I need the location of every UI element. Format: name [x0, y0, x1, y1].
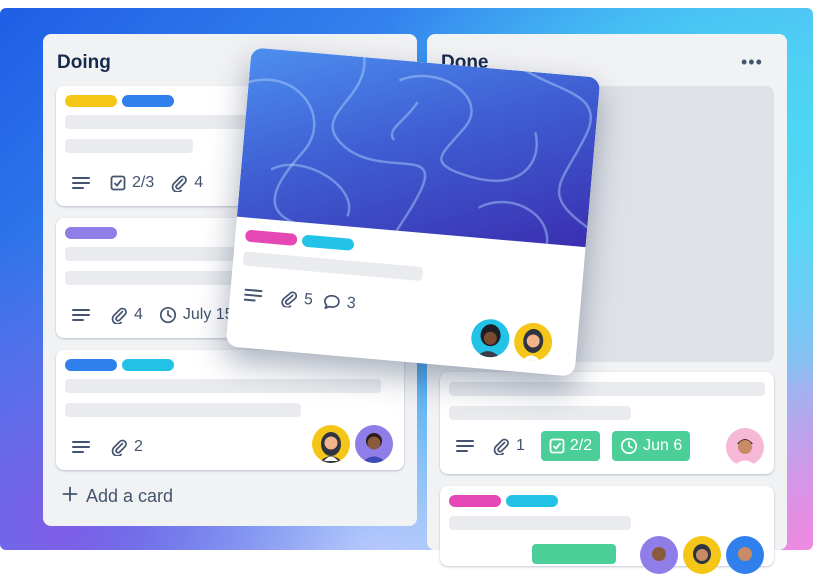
member-avatar[interactable] [312, 425, 350, 463]
card-title-placeholder [449, 406, 631, 420]
card-label-yellow[interactable] [65, 95, 117, 107]
comment-count: 3 [345, 294, 357, 313]
description-icon [72, 308, 90, 322]
card-badges: 5 3 [243, 286, 366, 315]
due-date: Jun 6 [643, 437, 683, 454]
card-label-blue[interactable] [122, 95, 174, 107]
list-menu-button[interactable]: ••• [741, 52, 763, 73]
card[interactable]: 1 2/2 Jun 6 [440, 372, 774, 474]
checklist-count: 2/2 [569, 437, 593, 454]
member-avatar[interactable] [726, 536, 764, 574]
attachment-count: 4 [134, 306, 143, 323]
card-label-pink[interactable] [449, 495, 501, 507]
attachment-icon [110, 306, 128, 324]
member-avatar[interactable] [726, 428, 764, 466]
card-label-cyan[interactable] [301, 234, 355, 251]
list-title[interactable]: Doing [57, 52, 111, 74]
attachment-icon [279, 289, 299, 309]
card-label-cyan[interactable] [506, 495, 558, 507]
attachment-count: 5 [303, 290, 314, 309]
checklist-count: 2/3 [132, 174, 155, 191]
badge-partial [532, 544, 616, 564]
card-title-placeholder [65, 403, 301, 417]
description-icon [72, 440, 90, 454]
dragged-card[interactable]: 5 3 [225, 47, 601, 377]
due-date: July 15 [182, 306, 234, 323]
add-card-button[interactable]: Add a card [62, 486, 173, 507]
clock-icon [159, 306, 177, 324]
comment-icon [322, 293, 342, 313]
card-label-blue[interactable] [65, 359, 117, 371]
attachment-count: 2 [134, 438, 143, 455]
card[interactable]: 2 [56, 350, 404, 470]
plus-icon [62, 486, 78, 507]
checklist-complete-badge[interactable]: 2/2 [540, 431, 601, 461]
card-title-placeholder [449, 382, 765, 396]
attachment-icon [110, 438, 128, 456]
card-label-pink[interactable] [244, 229, 298, 246]
member-avatar[interactable] [355, 425, 393, 463]
card-label-cyan[interactable] [122, 359, 174, 371]
card-title-placeholder [449, 516, 631, 530]
checklist-icon [110, 175, 126, 191]
card-badges: 2 [72, 438, 153, 456]
attachment-count: 4 [194, 174, 204, 191]
card-cover-image [236, 47, 601, 248]
add-card-label: Add a card [86, 486, 174, 506]
description-icon [243, 288, 263, 304]
card-title-placeholder [65, 379, 381, 393]
clock-icon [620, 437, 638, 455]
card-title-placeholder [242, 251, 424, 282]
attachment-icon [170, 174, 188, 192]
attachment-count: 1 [516, 437, 525, 454]
member-avatar[interactable] [469, 317, 511, 359]
description-icon [456, 439, 474, 453]
card-badges: 4 July 15 [72, 306, 244, 324]
member-avatar[interactable] [512, 321, 554, 363]
due-date-complete-badge[interactable]: Jun 6 [612, 431, 691, 461]
card-label-purple[interactable] [65, 227, 117, 239]
card-badges: 1 2/2 Jun 6 [456, 431, 696, 461]
checklist-icon [549, 438, 565, 454]
member-avatar[interactable] [683, 536, 721, 574]
card-title-placeholder [65, 139, 193, 153]
attachment-icon [492, 437, 510, 455]
card-badges: 2/3 4 [72, 174, 213, 192]
member-avatar[interactable] [640, 536, 678, 574]
description-icon [72, 176, 90, 190]
card[interactable] [440, 486, 774, 574]
